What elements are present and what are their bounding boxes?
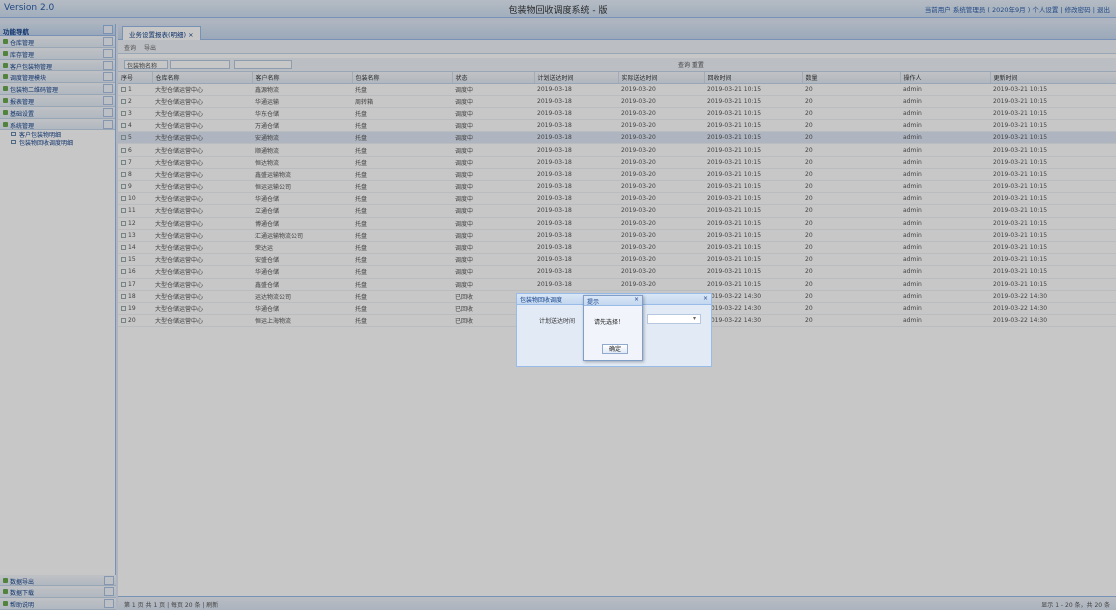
- alert-dialog: 提示 × 请先选择！ 确定: [583, 295, 643, 361]
- alert-message: 请先选择！: [594, 319, 625, 326]
- alert-title: 提示: [587, 299, 600, 306]
- dialog-field-label: 计划送达时间: [539, 318, 576, 325]
- dialog-title: 包装物回收调度: [520, 297, 563, 304]
- close-icon[interactable]: ×: [634, 296, 639, 303]
- ok-button[interactable]: 确定: [602, 344, 628, 354]
- close-icon[interactable]: ×: [703, 295, 708, 302]
- alert-header: 提示 ×: [584, 296, 642, 306]
- dialog-select[interactable]: ▾: [647, 314, 701, 324]
